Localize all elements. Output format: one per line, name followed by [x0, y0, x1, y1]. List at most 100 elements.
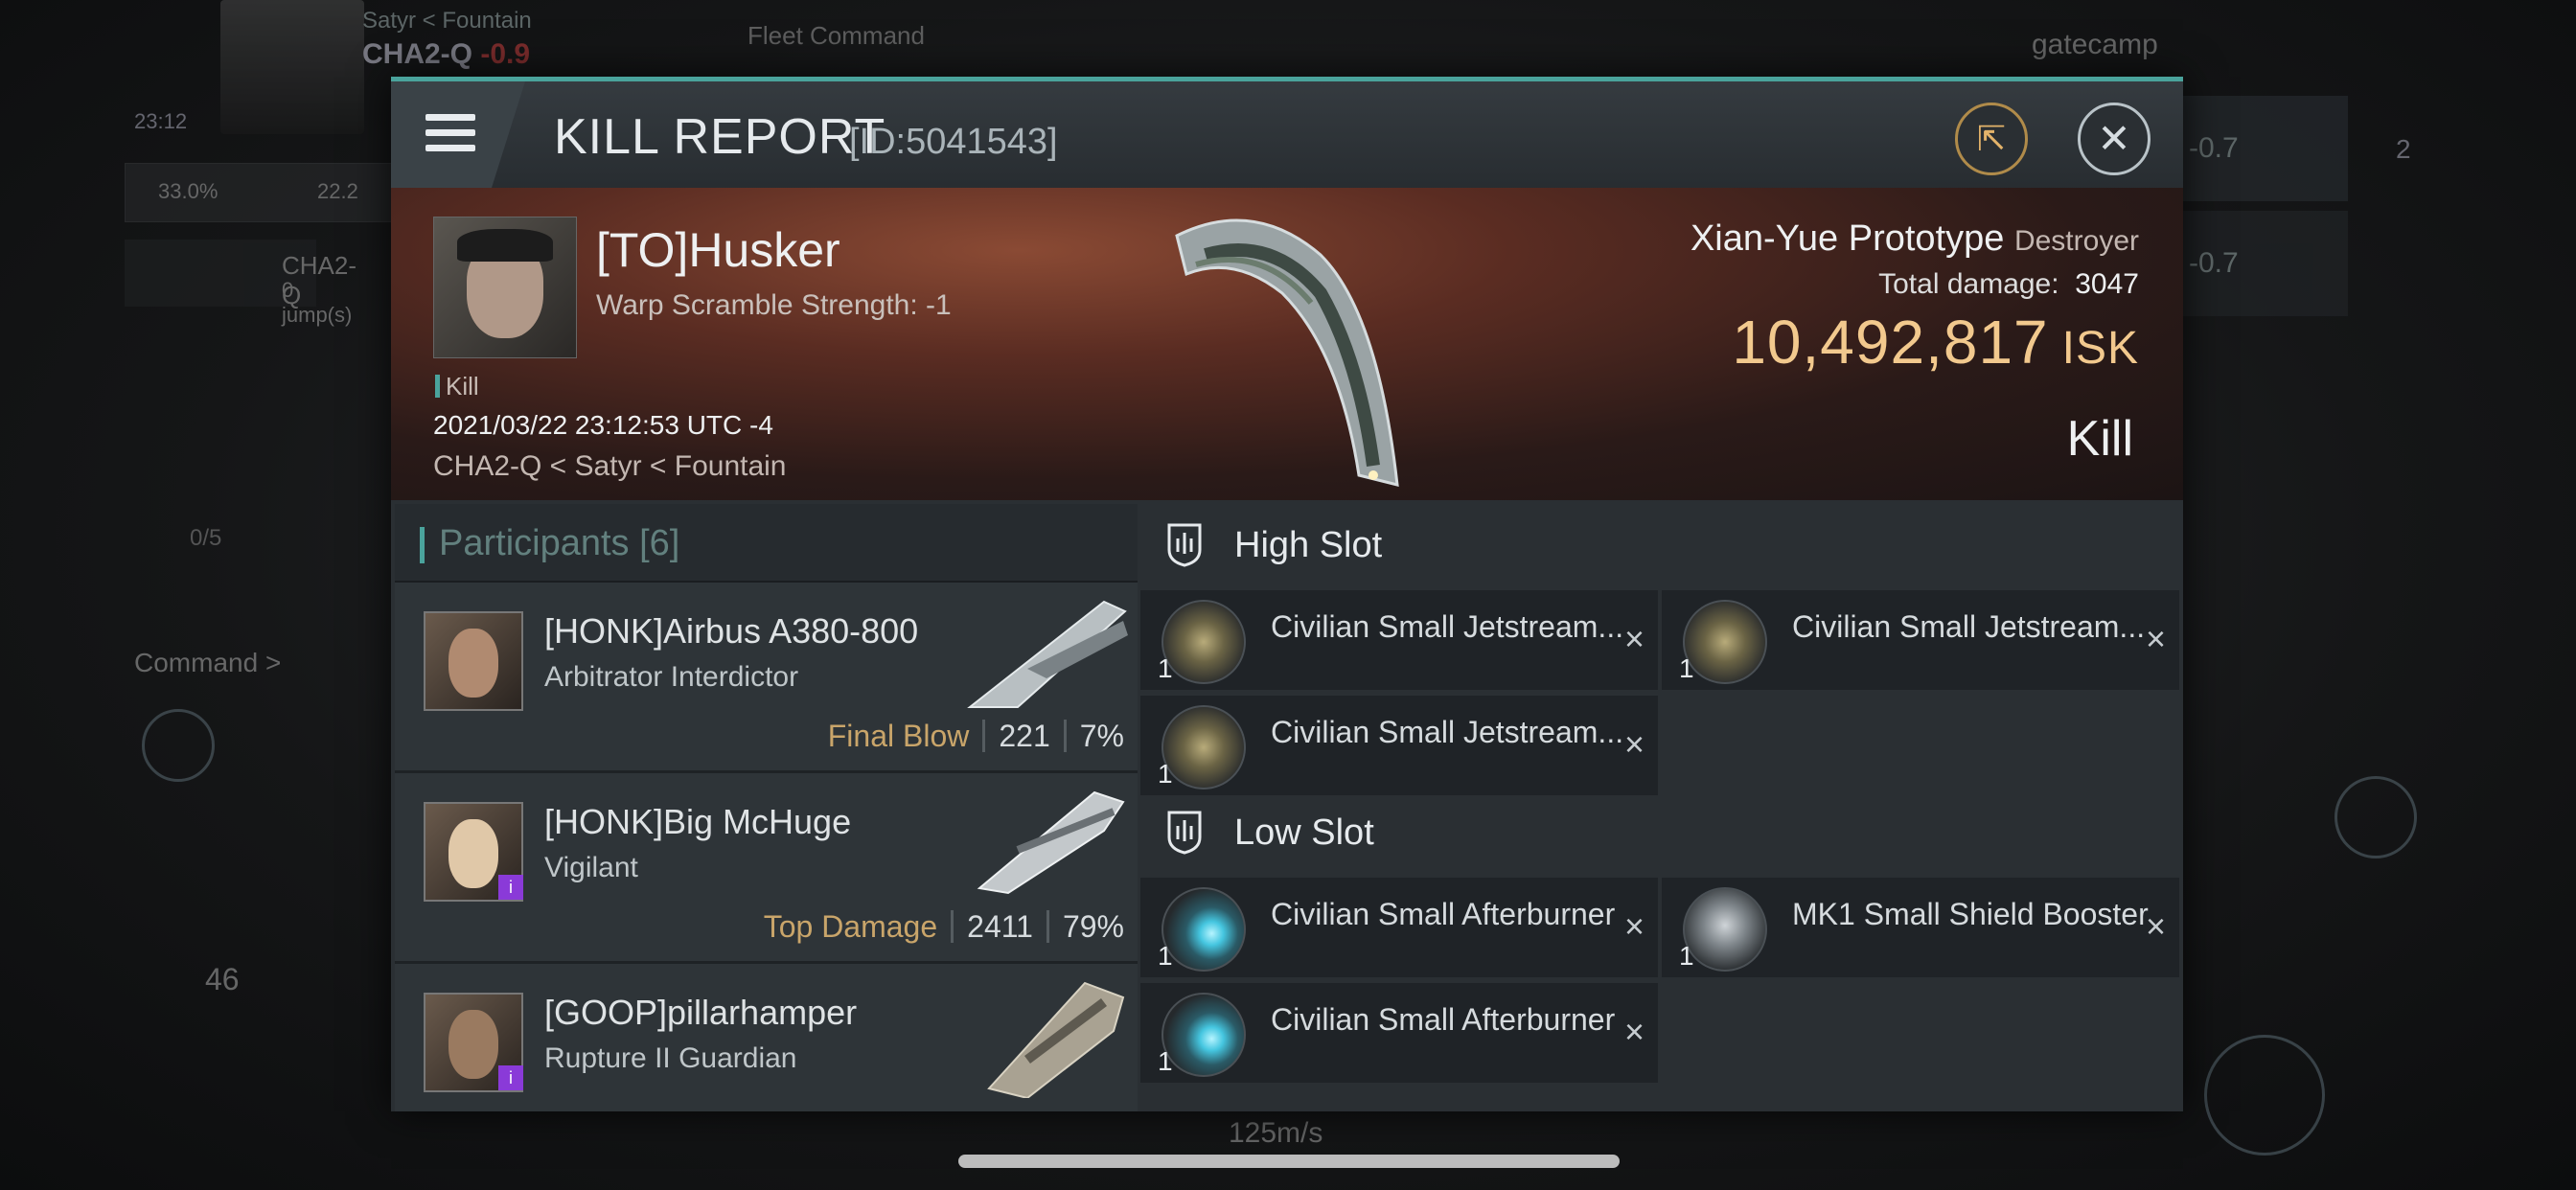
fleet-command-button[interactable]: Fleet Command — [748, 21, 925, 51]
participants-panel[interactable]: Participants [6] [HONK]Airbus A380-800 A… — [395, 504, 1138, 1111]
fitting-panel[interactable]: High Slot 1 Civilian Small Jetstream... … — [1138, 504, 2183, 1111]
victim-name[interactable]: [TO]Husker — [596, 222, 840, 278]
item-name: Civilian Small Afterburner — [1271, 1002, 1616, 1037]
hud-top-bar: Satyr < Fountain CHA2-Q -0.9 23:12 Fleet… — [0, 0, 2576, 134]
participant-name: [HONK]Big McHuge — [544, 802, 852, 841]
fitting-item[interactable]: 1 Civilian Small Jetstream... × — [1140, 696, 1658, 795]
kill-tag: Kill — [435, 372, 479, 401]
nav-jumps: 0 jump(s) — [282, 278, 353, 327]
remove-icon[interactable]: × — [1624, 1012, 1644, 1052]
participant-ship: Arbitrator Interdictor — [544, 661, 799, 693]
participant-ship-image — [967, 600, 1128, 708]
slot-count: 0/5 — [190, 525, 222, 551]
dialog-header: KILL REPORT [ID:5041543] ⇱ ✕ — [391, 77, 2183, 193]
menu-button[interactable] — [391, 81, 525, 188]
participant-portrait[interactable]: i — [424, 802, 523, 902]
swap-icon[interactable] — [2334, 776, 2417, 858]
home-indicator[interactable] — [958, 1155, 1620, 1168]
item-quantity: 1 — [1679, 941, 1694, 971]
pilot-portrait[interactable] — [220, 0, 364, 134]
participants-header: Participants [6] — [395, 504, 1138, 583]
clock: 23:12 — [134, 109, 188, 133]
participant-ship: Rupture II Guardian — [544, 1042, 797, 1074]
isk-value: 10,492,817 ISK — [1732, 308, 2139, 377]
participant-portrait[interactable]: i — [424, 993, 523, 1092]
remove-icon[interactable]: × — [2146, 906, 2166, 947]
item-name: Civilian Small Jetstream... — [1271, 715, 1624, 749]
jetstream-icon — [1162, 600, 1246, 684]
participant-row[interactable]: i [HONK]Big McHuge Vigilant Top Damage 24… — [395, 773, 1138, 964]
victim-ship[interactable]: Xian-Yue Prototype Destroyer — [1690, 218, 2139, 260]
participant-name: [GOOP]pillarhamper — [544, 993, 858, 1032]
victim-attribute: Warp Scramble Strength: -1 — [596, 289, 952, 321]
kill-report-dialog: KILL REPORT [ID:5041543] ⇱ ✕ [TO]Husker … — [391, 77, 2183, 1111]
victim-portrait[interactable] — [433, 217, 577, 358]
remove-icon[interactable]: × — [1624, 906, 1644, 947]
result-label: Kill — [2066, 411, 2133, 467]
menu-icon — [426, 114, 475, 152]
low-slot-icon — [1167, 811, 1202, 855]
corp-badge: i — [498, 875, 523, 900]
share-icon: ⇱ — [1976, 119, 2007, 158]
participants-count: [6] — [639, 523, 680, 563]
item-quantity: 1 — [1158, 653, 1173, 683]
close-button[interactable]: ✕ — [2078, 103, 2150, 175]
close-icon: ✕ — [2097, 116, 2131, 161]
participants-title: Participants — [439, 523, 630, 563]
local-count[interactable]: 46 — [205, 962, 240, 997]
item-quantity: 1 — [1679, 653, 1694, 683]
participant-ship-image — [977, 790, 1125, 895]
dialog-title: KILL REPORT — [554, 109, 886, 165]
current-system[interactable]: CHA2-Q -0.9 — [362, 38, 530, 71]
fitting-item[interactable]: 1 MK1 Small Shield Booster × — [1662, 878, 2179, 977]
fitting-item[interactable]: 1 Civilian Small Afterburner × — [1140, 983, 1658, 1083]
low-slot-title: Low Slot — [1234, 812, 1374, 853]
kill-id: [ID:5041543] — [849, 122, 1058, 162]
participant-name: [HONK]Airbus A380-800 — [544, 611, 919, 651]
fitting-item[interactable]: 1 Civilian Small Jetstream... × — [1140, 590, 1658, 690]
fitting-item[interactable]: 1 Civilian Small Afterburner × — [1140, 878, 1658, 977]
high-slot-icon — [1167, 523, 1202, 567]
participant-portrait[interactable] — [424, 611, 523, 711]
high-slot-title: High Slot — [1234, 525, 1383, 565]
participant-stats: Top Damage 2411 79% — [763, 909, 1124, 944]
high-slot-header: High Slot — [1138, 504, 2183, 586]
fitting-item[interactable]: 1 Civilian Small Jetstream... × — [1662, 590, 2179, 690]
remove-icon[interactable]: × — [1624, 619, 1644, 659]
planet-stat: 22.2 — [317, 179, 358, 203]
participant-ship: Vigilant — [544, 852, 638, 883]
cargo-bar[interactable]: 33.0% 22.2 — [125, 163, 395, 222]
afterburner-icon — [1162, 887, 1246, 972]
jetstream-icon — [1162, 705, 1246, 790]
participant-row[interactable]: i [GOOP]pillarhamper Rupture II Guardian — [395, 964, 1138, 1111]
remove-icon[interactable]: × — [2146, 619, 2166, 659]
participant-row[interactable]: [HONK]Airbus A380-800 Arbitrator Interdi… — [395, 583, 1138, 773]
target-icon[interactable] — [142, 709, 215, 782]
kill-datetime: 2021/03/22 23:12:53 UTC -4 — [433, 410, 773, 440]
victim-banner: [TO]Husker Warp Scramble Strength: -1 Ki… — [391, 188, 2183, 500]
item-quantity: 1 — [1158, 941, 1173, 971]
participant-ship-image — [987, 981, 1125, 1098]
kill-location[interactable]: CHA2-Q < Satyr < Fountain — [433, 450, 787, 483]
low-slot-header: Low Slot — [1138, 791, 2183, 874]
item-quantity: 1 — [1158, 1046, 1173, 1076]
module-button[interactable] — [2204, 1035, 2325, 1156]
share-button[interactable]: ⇱ — [1955, 103, 2028, 175]
item-name: Civilian Small Jetstream... — [1792, 609, 2146, 644]
shield-booster-icon — [1683, 887, 1767, 972]
jetstream-icon — [1683, 600, 1767, 684]
corp-badge: i — [498, 1065, 523, 1090]
afterburner-icon — [1162, 993, 1246, 1077]
total-damage: Total damage: 3047 — [1878, 268, 2139, 300]
pilot-location: Satyr < Fountain — [362, 8, 532, 34]
item-name: Civilian Small Jetstream... — [1271, 609, 1624, 644]
navigation-panel[interactable]: CHA2-Q 0 jump(s) — [125, 240, 356, 327]
drone-badge[interactable]: 2 — [2396, 134, 2411, 165]
command-button[interactable]: Command > — [134, 648, 281, 678]
participant-stats: Final Blow 221 7% — [827, 719, 1124, 753]
item-quantity: 1 — [1158, 759, 1173, 789]
overview-filter[interactable]: gatecamp — [2032, 29, 2158, 61]
victim-ship-image — [1175, 218, 1399, 487]
remove-icon[interactable]: × — [1624, 724, 1644, 765]
cargo-percent: 33.0% — [158, 179, 218, 203]
